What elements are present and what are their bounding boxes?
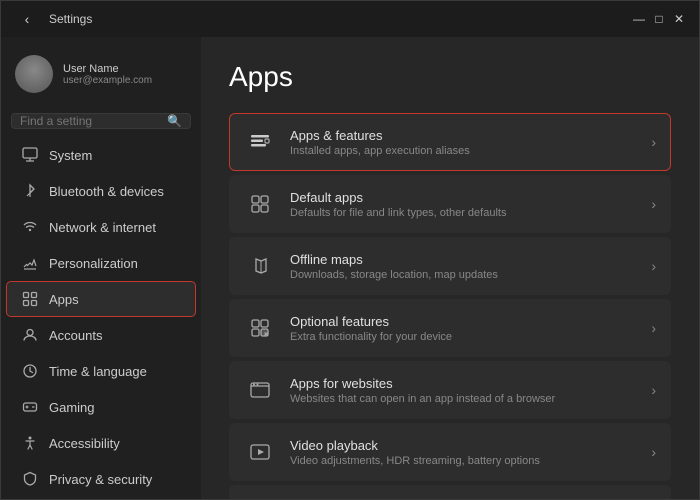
minimize-button[interactable]: — xyxy=(631,11,647,27)
nav-label-personalization: Personalization xyxy=(49,256,138,271)
nav-label-bluetooth: Bluetooth & devices xyxy=(49,184,164,199)
accessibility-icon xyxy=(21,434,39,452)
nav-label-gaming: Gaming xyxy=(49,400,95,415)
offline-maps-chevron: › xyxy=(651,258,656,274)
nav-item-system[interactable]: System xyxy=(7,138,195,172)
nav-item-personalization[interactable]: Personalization xyxy=(7,246,195,280)
nav-label-privacy: Privacy & security xyxy=(49,472,152,487)
video-playback-icon xyxy=(244,436,276,468)
maximize-button[interactable]: □ xyxy=(651,11,667,27)
nav-label-time: Time & language xyxy=(49,364,147,379)
content-area: User Name user@example.com 🔍 System xyxy=(1,37,699,499)
system-icon xyxy=(21,146,39,164)
nav-label-accounts: Accounts xyxy=(49,328,102,343)
window-controls: — □ ✕ xyxy=(631,11,687,27)
sidebar: User Name user@example.com 🔍 System xyxy=(1,37,201,499)
settings-item-apps-features[interactable]: Apps & features Installed apps, app exec… xyxy=(229,113,671,171)
back-button[interactable]: ‹ xyxy=(13,5,41,33)
default-apps-icon xyxy=(244,188,276,220)
optional-features-chevron: › xyxy=(651,320,656,336)
apps-websites-icon xyxy=(244,374,276,406)
settings-item-apps-websites[interactable]: Apps for websites Websites that can open… xyxy=(229,361,671,419)
user-name: User Name xyxy=(63,63,152,75)
search-icon: 🔍 xyxy=(167,114,182,128)
offline-maps-text: Offline maps Downloads, storage location… xyxy=(290,252,637,281)
apps-websites-text: Apps for websites Websites that can open… xyxy=(290,376,637,405)
nav-item-bluetooth[interactable]: Bluetooth & devices xyxy=(7,174,195,208)
offline-maps-subtitle: Downloads, storage location, map updates xyxy=(290,269,637,281)
optional-features-subtitle: Extra functionality for your device xyxy=(290,331,637,343)
bluetooth-icon xyxy=(21,182,39,200)
network-icon xyxy=(21,218,39,236)
video-playback-subtitle: Video adjustments, HDR streaming, batter… xyxy=(290,455,637,467)
title-bar-left: ‹ Settings xyxy=(13,5,92,33)
offline-maps-title: Offline maps xyxy=(290,252,637,267)
apps-websites-chevron: › xyxy=(651,382,656,398)
video-playback-title: Video playback xyxy=(290,438,637,453)
nav-label-system: System xyxy=(49,148,92,163)
apps-icon xyxy=(21,290,39,308)
video-playback-chevron: › xyxy=(651,444,656,460)
user-info: User Name user@example.com xyxy=(63,63,152,86)
nav-item-time[interactable]: Time & language xyxy=(7,354,195,388)
search-input[interactable] xyxy=(20,114,161,128)
settings-list: Apps & features Installed apps, app exec… xyxy=(229,113,671,499)
default-apps-chevron: › xyxy=(651,196,656,212)
settings-item-default-apps[interactable]: Default apps Defaults for file and link … xyxy=(229,175,671,233)
default-apps-title: Default apps xyxy=(290,190,637,205)
gaming-icon xyxy=(21,398,39,416)
video-playback-text: Video playback Video adjustments, HDR st… xyxy=(290,438,637,467)
nav-item-network[interactable]: Network & internet xyxy=(7,210,195,244)
settings-item-startup[interactable]: Startup Apps that start automatically wh… xyxy=(229,485,671,499)
nav-label-network: Network & internet xyxy=(49,220,156,235)
personalization-icon xyxy=(21,254,39,272)
apps-websites-title: Apps for websites xyxy=(290,376,637,391)
optional-features-icon xyxy=(244,312,276,344)
nav-item-accounts[interactable]: Accounts xyxy=(7,318,195,352)
time-icon xyxy=(21,362,39,380)
user-profile[interactable]: User Name user@example.com xyxy=(1,45,201,103)
settings-item-video-playback[interactable]: Video playback Video adjustments, HDR st… xyxy=(229,423,671,481)
nav-label-accessibility: Accessibility xyxy=(49,436,120,451)
apps-websites-subtitle: Websites that can open in an app instead… xyxy=(290,393,637,405)
nav-item-gaming[interactable]: Gaming xyxy=(7,390,195,424)
nav-item-apps[interactable]: Apps xyxy=(7,282,195,316)
main-content: Apps Apps & features Installed apps, app… xyxy=(201,37,699,499)
nav-item-privacy[interactable]: Privacy & security xyxy=(7,462,195,496)
nav-item-windowsupdate[interactable]: Windows Update xyxy=(7,498,195,499)
offline-maps-icon xyxy=(244,250,276,282)
apps-features-icon xyxy=(244,126,276,158)
apps-features-title: Apps & features xyxy=(290,128,637,143)
apps-features-subtitle: Installed apps, app execution aliases xyxy=(290,145,637,157)
apps-features-text: Apps & features Installed apps, app exec… xyxy=(290,128,637,157)
user-email: user@example.com xyxy=(63,75,152,86)
nav-item-accessibility[interactable]: Accessibility xyxy=(7,426,195,460)
title-bar: ‹ Settings — □ ✕ xyxy=(1,1,699,37)
close-button[interactable]: ✕ xyxy=(671,11,687,27)
avatar xyxy=(15,55,53,93)
privacy-icon xyxy=(21,470,39,488)
default-apps-text: Default apps Defaults for file and link … xyxy=(290,190,637,219)
search-box[interactable]: 🔍 xyxy=(11,113,191,129)
nav-label-apps: Apps xyxy=(49,292,79,307)
settings-window: ‹ Settings — □ ✕ User Name user@example.… xyxy=(0,0,700,500)
settings-item-offline-maps[interactable]: Offline maps Downloads, storage location… xyxy=(229,237,671,295)
page-title: Apps xyxy=(229,61,671,93)
apps-features-chevron: › xyxy=(651,134,656,150)
settings-item-optional-features[interactable]: Optional features Extra functionality fo… xyxy=(229,299,671,357)
optional-features-text: Optional features Extra functionality fo… xyxy=(290,314,637,343)
window-title: Settings xyxy=(49,12,92,26)
startup-icon xyxy=(244,498,276,499)
accounts-icon xyxy=(21,326,39,344)
default-apps-subtitle: Defaults for file and link types, other … xyxy=(290,207,637,219)
optional-features-title: Optional features xyxy=(290,314,637,329)
